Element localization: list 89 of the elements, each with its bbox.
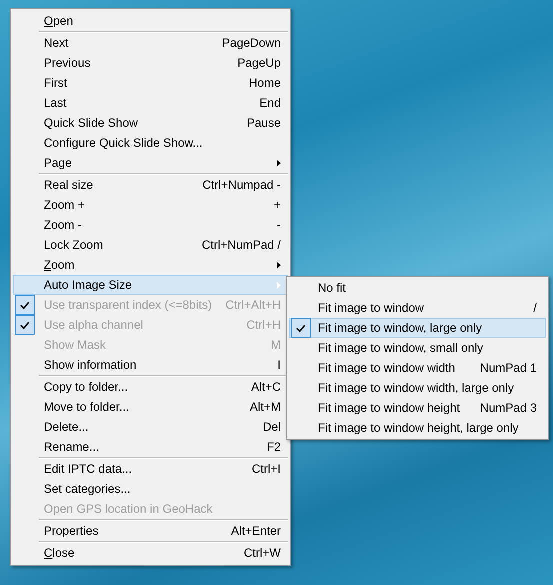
- shortcut-text: Alt+M: [250, 399, 281, 416]
- menu-item-label: Zoom -: [44, 217, 82, 234]
- menu-item-label: Auto Image Size: [44, 277, 132, 294]
- menu-item[interactable]: Zoom + +: [13, 195, 288, 215]
- menu-item-label: Fit image to window width: [318, 360, 456, 377]
- menu-item[interactable]: Rename... F2: [13, 437, 288, 457]
- shortcut-text: Del: [262, 419, 281, 436]
- menu-item[interactable]: Fit image to window height, large only: [289, 418, 546, 438]
- menu-item-label: Next: [44, 35, 69, 52]
- menu-item[interactable]: Previous PageUp: [13, 53, 288, 73]
- shortcut-text: F2: [266, 439, 281, 456]
- menu-item-label: Edit IPTC data...: [44, 461, 132, 478]
- menu-item-label: Close: [44, 545, 75, 562]
- menu-item-label: Open: [44, 13, 74, 30]
- menu-item[interactable]: Fit image to window width, large only: [289, 378, 546, 398]
- menu-item-label: Show information: [44, 357, 137, 374]
- menu-item-label: Fit image to window height: [318, 400, 460, 417]
- shortcut-text: PageUp: [238, 55, 281, 72]
- shortcut-text: Ctrl+Alt+H: [226, 297, 281, 314]
- menu-item-label: Fit image to window height, large only: [318, 420, 519, 437]
- menu-item[interactable]: Quick Slide Show Pause: [13, 113, 288, 133]
- menu-item[interactable]: Zoom: [13, 255, 288, 275]
- menu-item[interactable]: Show information I: [13, 355, 288, 375]
- menu-item[interactable]: Fit image to window, large only: [289, 318, 546, 338]
- menu-item-label: Properties: [44, 523, 99, 540]
- shortcut-text: Ctrl+NumPad /: [202, 237, 281, 254]
- menu-item[interactable]: Properties Alt+Enter: [13, 521, 288, 541]
- menu-item[interactable]: Auto Image Size: [13, 275, 288, 295]
- menu-item[interactable]: Configure Quick Slide Show...: [13, 133, 288, 153]
- menu-item[interactable]: Fit image to window, small only: [289, 338, 546, 358]
- menu-item[interactable]: Open: [13, 11, 288, 31]
- menu-item[interactable]: Next PageDown: [13, 33, 288, 53]
- menu-item-label: Copy to folder...: [44, 379, 128, 396]
- menu-item-label: Show Mask: [44, 337, 106, 354]
- shortcut-text: Alt+C: [251, 379, 281, 396]
- menu-item-label: Use transparent index (<=8bits): [44, 297, 212, 314]
- menu-item[interactable]: Close Ctrl+W: [13, 543, 288, 563]
- menu-item-label: Zoom +: [44, 197, 86, 214]
- menu-item[interactable]: Zoom - -: [13, 215, 288, 235]
- menu-item-label: Zoom: [44, 257, 75, 274]
- menu-item-label: Real size: [44, 177, 94, 194]
- menu-item[interactable]: Fit image to window width NumPad 1: [289, 358, 546, 378]
- menu-item[interactable]: Set categories...: [13, 479, 288, 499]
- menu-item[interactable]: First Home: [13, 73, 288, 93]
- shortcut-text: Ctrl+I: [252, 461, 281, 478]
- menu-item-label: Open GPS location in GeoHack: [44, 501, 213, 518]
- menu-item[interactable]: Edit IPTC data... Ctrl+I: [13, 459, 288, 479]
- menu-item-label: Fit image to window, large only: [318, 320, 482, 337]
- menu-item-label: Page: [44, 155, 72, 172]
- shortcut-text: +: [274, 197, 281, 214]
- shortcut-text: M: [271, 337, 281, 354]
- shortcut-text: Ctrl+H: [246, 317, 281, 334]
- shortcut-text: NumPad 3: [480, 400, 537, 417]
- menu-item[interactable]: Delete... Del: [13, 417, 288, 437]
- menu-item[interactable]: No fit: [289, 278, 546, 298]
- menu-item[interactable]: Fit image to window height NumPad 3: [289, 398, 546, 418]
- menu-item[interactable]: Page: [13, 153, 288, 173]
- menu-item-label: Quick Slide Show: [44, 115, 138, 132]
- menu-item[interactable]: Lock Zoom Ctrl+NumPad /: [13, 235, 288, 255]
- menu-item-label: Delete...: [44, 419, 89, 436]
- shortcut-text: End: [260, 95, 281, 112]
- menu-item-label: Move to folder...: [44, 399, 130, 416]
- menu-item-label: First: [44, 75, 68, 92]
- menu-item-label: No fit: [318, 280, 346, 297]
- menu-item[interactable]: Real size Ctrl+Numpad -: [13, 175, 288, 195]
- shortcut-text: -: [277, 217, 281, 234]
- menu-item-label: Lock Zoom: [44, 237, 104, 254]
- shortcut-text: Ctrl+W: [244, 545, 281, 562]
- menu-item-label: Last: [44, 95, 67, 112]
- menu-item[interactable]: Last End: [13, 93, 288, 113]
- shortcut-text: Alt+Enter: [231, 523, 281, 540]
- menu-item[interactable]: Move to folder... Alt+M: [13, 397, 288, 417]
- menu-item[interactable]: Fit image to window /: [289, 298, 546, 318]
- shortcut-text: PageDown: [222, 35, 281, 52]
- menu-item-label: Fit image to window, small only: [318, 340, 484, 357]
- menu-item-label: Fit image to window: [318, 300, 424, 317]
- menu-item-label: Previous: [44, 55, 91, 72]
- shortcut-text: I: [278, 357, 281, 374]
- menu-item-label: Use alpha channel: [44, 317, 144, 334]
- menu-item[interactable]: Copy to folder... Alt+C: [13, 377, 288, 397]
- shortcut-text: NumPad 1: [480, 360, 537, 377]
- menu-item-label: Configure Quick Slide Show...: [44, 135, 203, 152]
- shortcut-text: /: [534, 300, 537, 317]
- menu-item-label: Rename...: [44, 439, 100, 456]
- shortcut-text: Ctrl+Numpad -: [202, 177, 281, 194]
- shortcut-text: Home: [248, 75, 281, 92]
- menu-item-label: Fit image to window width, large only: [318, 380, 514, 397]
- shortcut-text: Pause: [246, 115, 281, 132]
- menu-item-label: Set categories...: [44, 481, 131, 498]
